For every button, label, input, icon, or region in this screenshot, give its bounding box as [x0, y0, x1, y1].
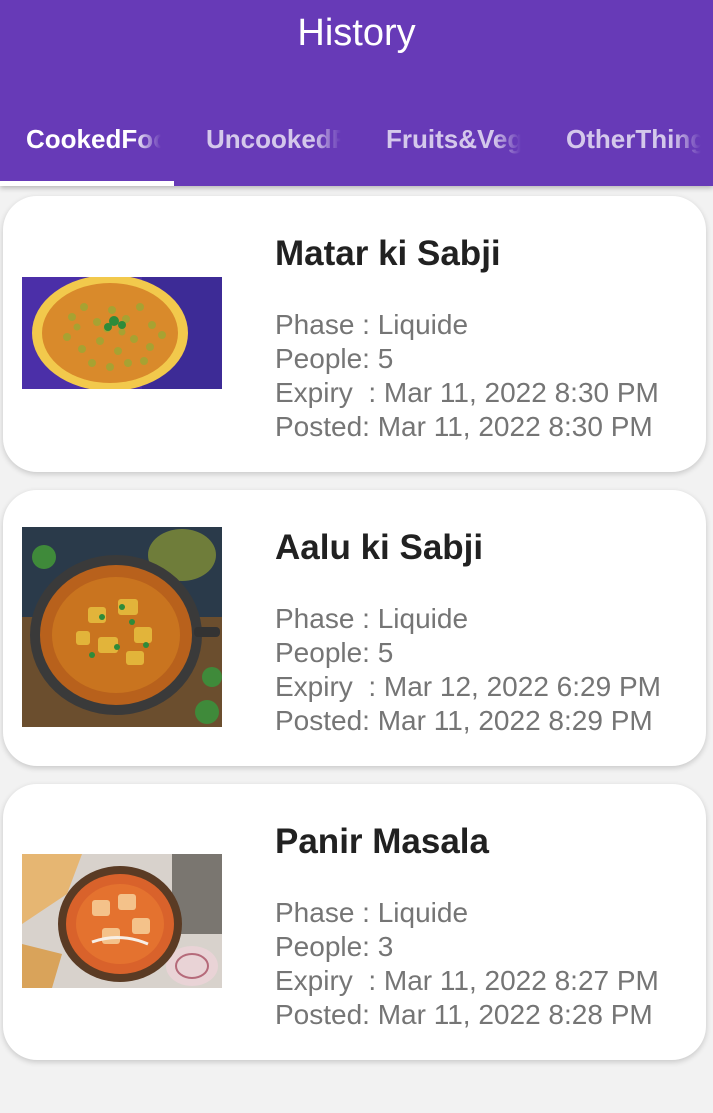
food-card[interactable]: Panir Masala Phase : Liquide People: 3 E…	[3, 784, 706, 1060]
paneer-masala-image	[22, 854, 222, 988]
tab-label: Fruits&Vegetables	[386, 123, 521, 154]
food-title: Panir Masala	[275, 822, 489, 861]
tab-fruits-vegetables[interactable]: Fruits&Vegetables	[386, 92, 536, 186]
tab-uncooked-food[interactable]: UncookedFood	[206, 92, 356, 186]
expiry-text: Expiry : Mar 11, 2022 8:30 PM	[275, 377, 659, 408]
phase-text: Phase : Liquide	[275, 603, 469, 634]
posted-text: Posted: Mar 11, 2022 8:30 PM	[275, 411, 653, 442]
tab-cooked-food[interactable]: CookedFood	[26, 92, 176, 186]
food-details: Phase : Liquide People: 5 Expiry : Mar 1…	[275, 308, 659, 444]
tab-bar: CookedFood UncookedFood Fruits&Vegetable…	[0, 92, 713, 186]
people-text: People: 5	[275, 343, 394, 374]
tab-indicator	[0, 181, 174, 186]
expiry-text: Expiry : Mar 11, 2022 8:27 PM	[275, 965, 659, 996]
expiry-text: Expiry : Mar 12, 2022 6:29 PM	[275, 671, 661, 702]
food-card[interactable]: Matar ki Sabji Phase : Liquide People: 5…	[3, 196, 706, 472]
tab-label: UncookedFood	[206, 123, 341, 154]
phase-text: Phase : Liquide	[275, 309, 469, 340]
food-title: Matar ki Sabji	[275, 234, 501, 273]
app-bar: History CookedFood UncookedFood Fruits&V…	[0, 0, 713, 186]
posted-text: Posted: Mar 11, 2022 8:29 PM	[275, 705, 653, 736]
people-text: People: 3	[275, 931, 394, 962]
posted-text: Posted: Mar 11, 2022 8:28 PM	[275, 999, 653, 1030]
potato-curry-image	[22, 527, 222, 727]
food-title: Aalu ki Sabji	[275, 528, 484, 567]
food-card[interactable]: Aalu ki Sabji Phase : Liquide People: 5 …	[3, 490, 706, 766]
green-peas-curry-image	[22, 277, 222, 389]
people-text: People: 5	[275, 637, 394, 668]
food-details: Phase : Liquide People: 5 Expiry : Mar 1…	[275, 602, 661, 738]
food-details: Phase : Liquide People: 3 Expiry : Mar 1…	[275, 896, 659, 1032]
phase-text: Phase : Liquide	[275, 897, 469, 928]
tab-label: OtherThings	[566, 123, 701, 154]
tab-label: CookedFood	[26, 123, 161, 154]
tab-other-things[interactable]: OtherThings	[566, 92, 713, 186]
page-title: History	[297, 12, 416, 54]
